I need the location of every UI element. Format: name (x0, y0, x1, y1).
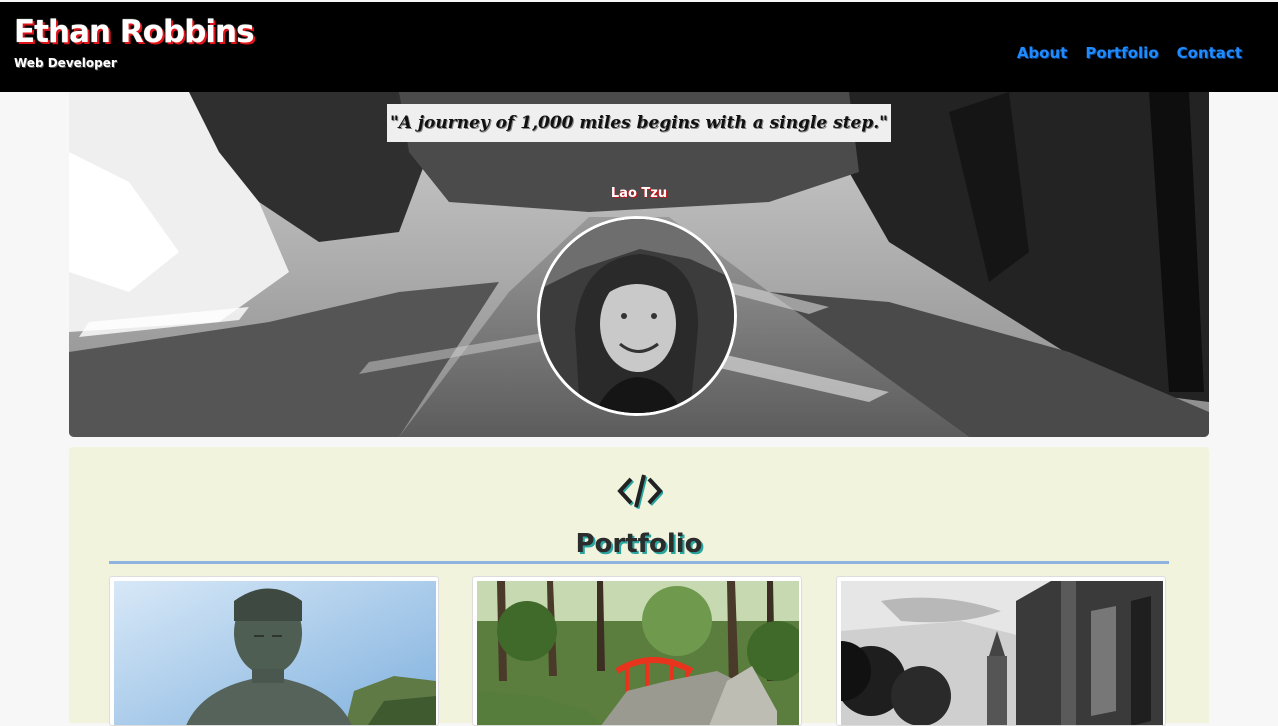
portfolio-title: Portfolio (575, 529, 703, 559)
portfolio-card-buddha[interactable] (109, 576, 439, 726)
brand-name[interactable]: Ethan Robbins (14, 14, 255, 50)
portfolio-section: Portfolio (69, 447, 1209, 726)
nav-link-about[interactable]: About (1017, 44, 1068, 62)
brand-subtitle: Web Developer (14, 56, 117, 70)
portfolio-card-church[interactable] (836, 576, 1166, 726)
portfolio-card-bridge[interactable] (472, 576, 802, 726)
nav-link-contact[interactable]: Contact (1177, 44, 1242, 62)
profile-photo (540, 219, 734, 413)
navbar: Ethan Robbins Web Developer About Portfo… (0, 2, 1278, 92)
church-spire-street-photo (841, 581, 1163, 725)
buddha-statue-photo (114, 581, 436, 725)
red-bridge-garden-photo (477, 581, 799, 725)
nav-link-portfolio[interactable]: Portfolio (1085, 44, 1158, 62)
code-icon (617, 474, 663, 509)
quote-box: "A journey of 1,000 miles begins with a … (387, 104, 891, 142)
portfolio-divider (109, 561, 1169, 564)
nav-links: About Portfolio Contact (1017, 44, 1242, 62)
quote-text: "A journey of 1,000 miles begins with a … (389, 113, 889, 133)
quote-author: Lao Tzu (610, 186, 668, 201)
hero-banner: "A journey of 1,000 miles begins with a … (69, 92, 1209, 437)
avatar (537, 216, 737, 416)
